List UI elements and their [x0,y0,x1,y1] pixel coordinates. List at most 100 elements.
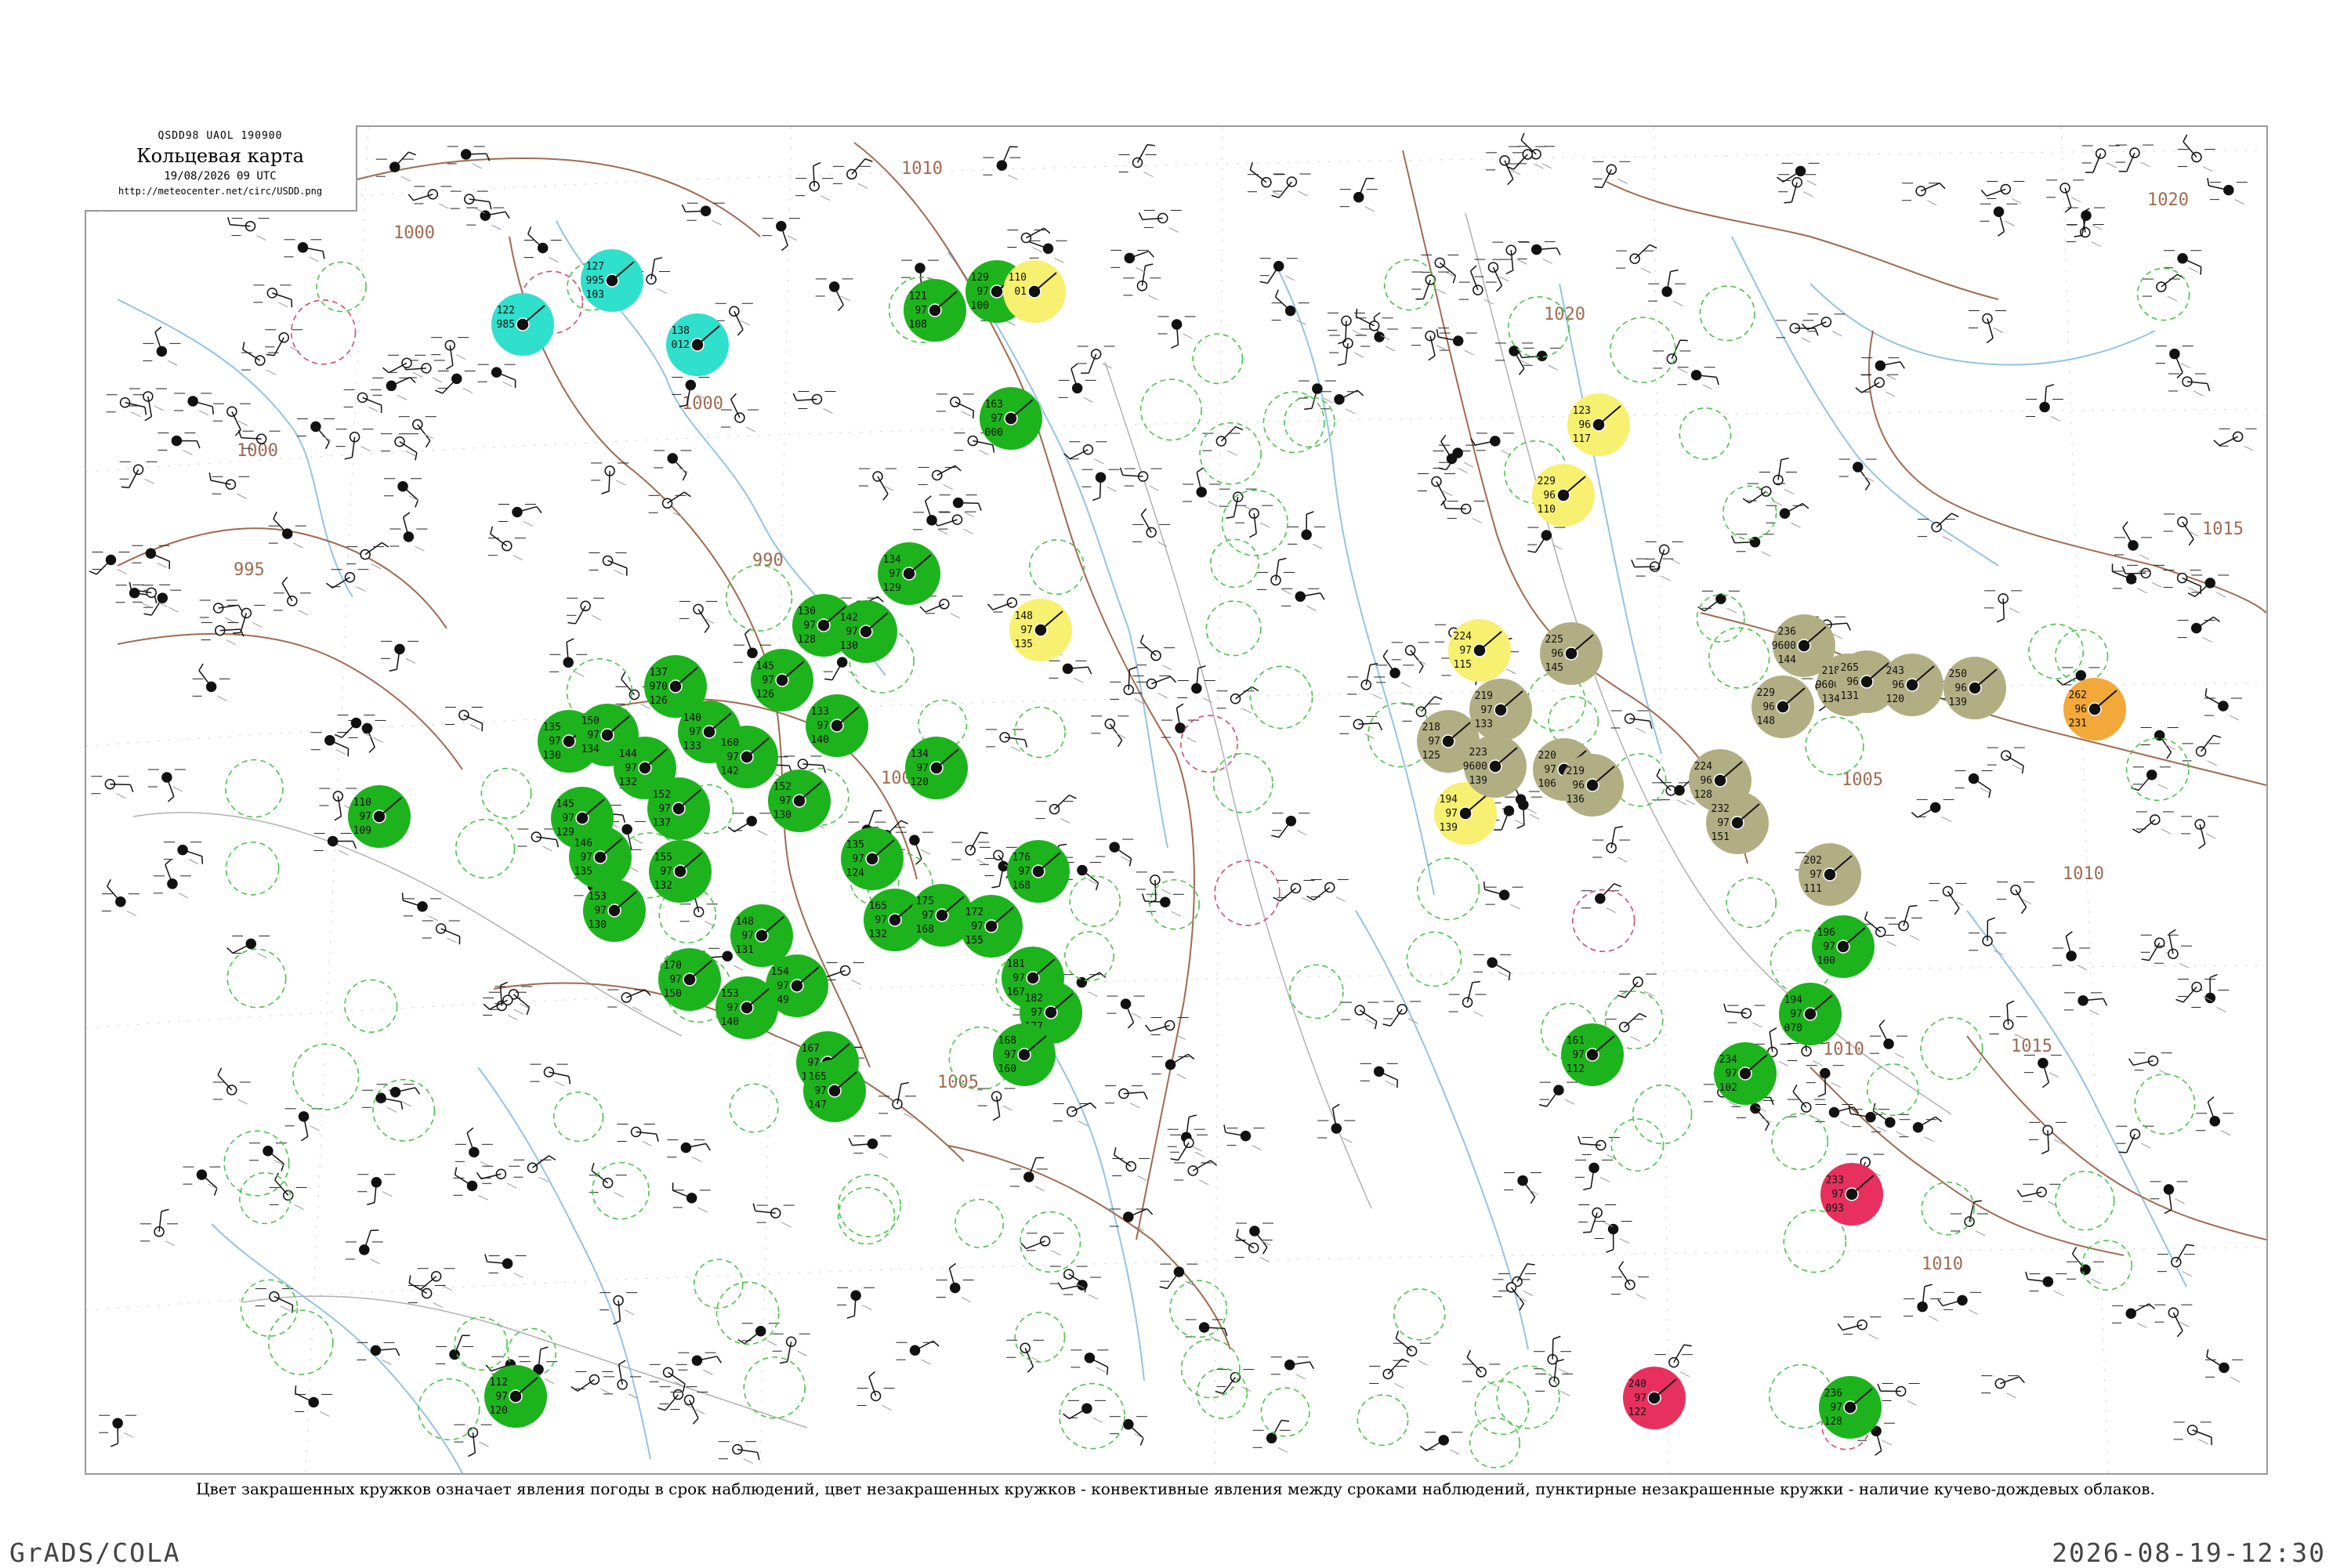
station-s32[interactable]: 15397140 [715,976,778,1039]
station-s62[interactable]: 19697100 [1812,915,1875,978]
station-value: 152 [773,781,792,793]
station-s4[interactable]: 127995103 [581,249,643,312]
station-s11[interactable]: 14297130 [835,600,897,663]
cb-cloud-circle [455,1317,507,1370]
station-symbol [297,418,335,448]
cb-cloud-circle [1182,1339,1240,1397]
station-s24[interactable]: 15297137 [647,777,710,840]
station-symbol [679,601,717,632]
station-s51[interactable]: 21996136 [1561,754,1624,817]
legend-caption: Цвет закрашенных кружков означает явлени… [0,1479,2351,1498]
cb-cloud-circle [726,565,792,631]
station-s18[interactable]: 15297130 [768,770,831,832]
station-symbol [1340,179,1378,212]
station-symbol [1271,1357,1314,1379]
station-s68[interactable]: 24097122 [1623,1367,1686,1429]
station-s23[interactable]: 16097142 [715,726,778,788]
station-s8[interactable]: 13497129 [878,542,940,605]
station-symbol [1990,1001,2027,1038]
station-symbol [2181,817,2219,849]
station-symbol [454,1425,491,1456]
isobar-label: 1010 [1922,1255,1963,1274]
station-symbol [1743,483,1785,505]
station-value: 97 [1725,1068,1737,1080]
station-s53[interactable]: 23297151 [1706,791,1769,854]
station-s10[interactable]: 14897135 [1009,599,1072,661]
station-symbol [213,1068,251,1104]
station-value: 97 [359,811,371,823]
station-symbol [408,186,451,208]
station-s56[interactable]: 22996148 [1751,675,1814,738]
station-s16[interactable]: 14597126 [751,649,813,712]
station-value: 175 [916,896,934,907]
station-symbol [1132,509,1170,546]
station-s60[interactable]: 20297111 [1799,843,1861,906]
station-s47[interactable]: 21997133 [1469,679,1532,741]
station-s61[interactable]: 26296231 [2063,678,2126,741]
station-symbol [2082,146,2120,172]
station-value: 160 [998,1063,1016,1075]
station-value: 202 [1804,855,1822,867]
isobar-label: 1015 [2202,520,2244,539]
station-s43[interactable]: 22497115 [1448,619,1511,682]
station-s42[interactable]: 22996110 [1532,464,1595,527]
station-value: 97 [1572,1049,1585,1061]
station-s7[interactable]: 16397000 [980,387,1042,450]
station-s66[interactable]: 23397093 [1820,1163,1883,1226]
station-s28[interactable]: 15597132 [649,840,712,903]
station-s26[interactable]: 14697135 [569,826,632,889]
station-s65[interactable]: 23497102 [1714,1042,1777,1105]
station-symbol [1063,1400,1106,1422]
station-s44[interactable]: 12396117 [1567,393,1630,456]
station-symbol [344,389,382,413]
station-symbol [738,1324,780,1345]
station-s59[interactable]: 24396120 [1881,654,1943,716]
station-symbol [1317,1104,1355,1143]
station-s63[interactable]: 16197112 [1561,1023,1624,1086]
cb-cloud-circle [1497,1366,1559,1429]
station-s67[interactable]: 23697128 [1819,1376,1882,1439]
station-value: 126 [650,695,668,707]
rivers [118,221,2186,1473]
station-s3[interactable]: 122985 [491,293,554,356]
map-url[interactable]: http://meteocenter.net/circ/USDD.png [85,186,356,197]
station-symbol [1980,204,2018,236]
station-value: 236 [1824,1388,1842,1400]
station-symbol [2164,570,2201,594]
station-s46[interactable]: 22596145 [1540,622,1603,685]
station-s40[interactable]: 16897160 [993,1023,1056,1086]
station-value: 100 [1817,955,1835,967]
station-s69[interactable]: 11297120 [484,1365,547,1428]
station-s64[interactable]: 19497070 [1779,983,1842,1045]
station-value: 01 [1014,286,1027,298]
station-value: 97 [846,626,858,638]
station-s13[interactable]: 13597124 [841,827,904,890]
station-value: 96 [1543,490,1556,502]
station-s58[interactable]: 25096139 [1943,657,2006,719]
cb-cloud-circle [1679,408,1730,459]
station-symbol [1778,175,1816,203]
isobar-label: 1020 [1544,305,1585,324]
station-symbol [1170,1135,1208,1160]
station-s19[interactable]: 11097109 [348,785,411,848]
station-s37[interactable]: 17697168 [1007,840,1070,903]
station-s12[interactable]: 13497120 [905,737,968,799]
station-value: 122 [497,305,515,317]
weather-map[interactable]: 1010100010201015101010009959901000100510… [86,127,2266,1473]
station-s5[interactable]: 138012 [666,313,729,376]
cb-cloud-circle [1922,1182,1974,1235]
station-s17[interactable]: 13397140 [806,694,868,757]
station-s34[interactable]: 16597147 [803,1059,866,1122]
station-s6[interactable]: 11001 [1003,260,1066,323]
cb-cloud-circle [1723,486,1777,539]
station-symbol [1788,1085,1825,1121]
station-s41[interactable]: 17297155 [960,895,1023,958]
station-s30[interactable]: 17097150 [658,948,721,1011]
station-symbol [2064,993,2106,1015]
station-value: 132 [654,880,672,892]
station-s1[interactable]: 12197108 [904,279,966,342]
station-symbol [1473,954,1511,980]
station-s27[interactable]: 15397130 [583,879,646,942]
station-symbol [1861,358,1904,380]
station-value: 97 [1031,1007,1043,1019]
